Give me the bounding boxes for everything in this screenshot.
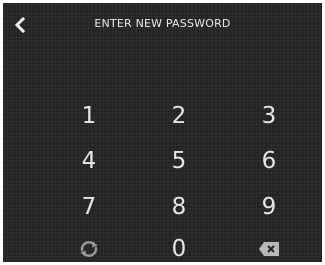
refresh-icon — [80, 241, 98, 257]
delete-button[interactable] — [239, 233, 299, 262]
keypad-key-1[interactable]: 1 — [59, 100, 119, 132]
keypad-key-8[interactable]: 8 — [149, 191, 209, 223]
keypad-key-3[interactable]: 3 — [239, 100, 299, 132]
refresh-button[interactable] — [59, 233, 119, 262]
page-title: ENTER NEW PASSWORD — [94, 17, 231, 30]
keypad-key-2[interactable]: 2 — [149, 100, 209, 132]
keypad-key-5[interactable]: 5 — [149, 145, 209, 177]
password-entry-screen: ENTER NEW PASSWORD 1 2 3 4 5 6 7 8 9 0 — [3, 3, 322, 262]
keypad-key-7[interactable]: 7 — [59, 191, 119, 223]
backspace-icon — [259, 242, 279, 256]
keypad-key-6[interactable]: 6 — [239, 145, 299, 177]
keypad-key-4[interactable]: 4 — [59, 145, 119, 177]
keypad-key-0[interactable]: 0 — [149, 233, 209, 262]
keypad-key-9[interactable]: 9 — [239, 191, 299, 223]
